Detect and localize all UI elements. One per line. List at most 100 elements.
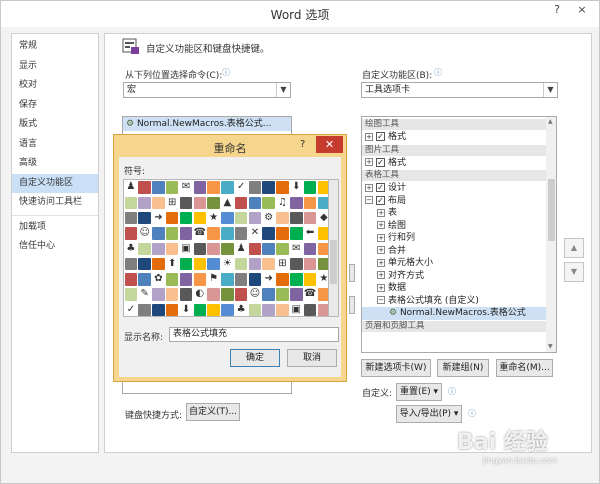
symbol-icon[interactable] xyxy=(207,227,220,240)
symbol-icon[interactable] xyxy=(207,181,220,194)
symbol-icon[interactable] xyxy=(317,288,328,301)
symbol-icon[interactable] xyxy=(262,257,275,271)
tree-item[interactable]: + ✓ 格式 xyxy=(362,157,546,170)
symbol-icon[interactable] xyxy=(262,242,275,256)
cancel-button[interactable]: 取消 xyxy=(287,349,337,367)
symbol-icon[interactable] xyxy=(193,211,207,225)
move-down-button[interactable]: ▼ xyxy=(564,262,584,282)
tree-item[interactable]: ⚙ Normal.NewMacros.表格公式 xyxy=(362,307,546,320)
symbol-icon[interactable]: ◆ xyxy=(318,212,328,225)
symbol-icon[interactable] xyxy=(303,181,317,194)
symbol-icon[interactable] xyxy=(221,273,234,286)
symbol-icon[interactable] xyxy=(290,273,303,286)
symbol-icon[interactable] xyxy=(124,273,138,286)
rename-button[interactable]: 重命名(M)... xyxy=(496,359,553,377)
symbol-icon[interactable] xyxy=(193,303,207,316)
display-name-input[interactable]: 表格公式填充 xyxy=(169,327,339,342)
tree-item[interactable]: + 对齐方式 xyxy=(362,270,546,283)
symbol-icon[interactable] xyxy=(317,257,328,271)
scroll-thumb[interactable] xyxy=(548,179,555,241)
symbol-icon[interactable] xyxy=(124,257,138,271)
symbol-icon[interactable] xyxy=(138,257,151,271)
tree-expander-icon[interactable]: + xyxy=(365,183,373,192)
symbol-icon[interactable]: ✉ xyxy=(290,243,303,256)
tree-item[interactable]: + 绘图 xyxy=(362,220,546,233)
symbol-grid-scrollbar[interactable] xyxy=(329,179,339,317)
symbol-icon[interactable]: ♣ xyxy=(125,243,138,256)
new-tab-button[interactable]: 新建选项卡(W) xyxy=(361,359,431,377)
symbol-icon[interactable] xyxy=(290,227,303,240)
choose-commands-combo[interactable]: 宏 ▼ xyxy=(123,82,291,98)
symbol-icon[interactable] xyxy=(207,288,220,301)
symbol-icon[interactable] xyxy=(179,196,193,210)
sidebar-item-trust-center[interactable]: 信任中心 xyxy=(12,237,98,257)
symbol-icon[interactable] xyxy=(248,303,262,316)
symbol-icon[interactable] xyxy=(193,181,207,194)
symbol-icon[interactable]: ★ xyxy=(318,273,328,286)
add-button[interactable] xyxy=(349,264,355,282)
tree-item[interactable]: − ✓ 布局 xyxy=(362,195,546,208)
symbol-icon[interactable] xyxy=(303,273,317,286)
symbol-icon[interactable] xyxy=(207,196,220,210)
symbol-icon[interactable] xyxy=(290,288,303,301)
symbol-icon[interactable]: ⊞ xyxy=(166,197,179,210)
symbol-icon[interactable] xyxy=(179,273,193,286)
symbol-icon[interactable] xyxy=(152,303,165,316)
symbol-icon[interactable] xyxy=(234,227,248,240)
symbol-icon[interactable] xyxy=(165,181,179,194)
symbol-icon[interactable] xyxy=(193,196,207,210)
symbol-icon[interactable] xyxy=(303,196,317,210)
symbol-icon[interactable] xyxy=(221,227,234,240)
reset-button[interactable]: 重置(E) ▾ xyxy=(396,383,442,401)
tree-expander-icon[interactable]: + xyxy=(377,233,385,242)
symbol-icon[interactable] xyxy=(207,242,220,256)
tree-item[interactable]: + 行和列 xyxy=(362,232,546,245)
sidebar-item-customize-ribbon[interactable]: 自定义功能区 xyxy=(12,173,98,193)
symbol-icon[interactable]: ▣ xyxy=(290,304,303,316)
help-button[interactable]: ? xyxy=(546,3,568,16)
symbol-icon[interactable] xyxy=(234,273,248,286)
symbol-icon[interactable] xyxy=(276,181,289,194)
symbol-icon[interactable] xyxy=(152,181,165,194)
symbol-icon[interactable] xyxy=(193,273,207,286)
symbol-icon[interactable] xyxy=(152,196,165,210)
symbol-icon[interactable] xyxy=(138,181,151,194)
symbol-icon[interactable] xyxy=(248,257,262,271)
symbol-icon[interactable]: ✿ xyxy=(152,273,165,286)
symbol-icon[interactable] xyxy=(179,257,193,271)
sidebar-item-language[interactable]: 语言 xyxy=(12,135,98,155)
keyboard-customize-button[interactable]: 自定义(T)... xyxy=(186,403,240,421)
symbol-icon[interactable]: ♫ xyxy=(276,197,289,210)
symbol-icon[interactable] xyxy=(221,242,234,256)
symbol-icon[interactable]: ⚑ xyxy=(207,273,220,286)
tree-expander-icon[interactable]: + xyxy=(365,158,373,166)
symbol-icon[interactable]: ☀ xyxy=(221,258,234,271)
symbol-icon[interactable] xyxy=(138,196,151,210)
symbol-icon[interactable] xyxy=(276,211,289,225)
symbol-icon[interactable] xyxy=(165,303,179,316)
symbol-icon[interactable] xyxy=(248,196,262,210)
symbol-icon[interactable] xyxy=(138,303,151,316)
close-button[interactable]: × xyxy=(571,3,593,16)
scroll-up-icon[interactable]: ▲ xyxy=(548,118,553,125)
dialog-help-button[interactable]: ? xyxy=(300,139,305,150)
symbol-icon[interactable] xyxy=(165,227,179,240)
symbol-icon[interactable] xyxy=(234,196,248,210)
symbol-icon[interactable]: ♟ xyxy=(125,181,138,194)
symbol-icon[interactable]: ☎ xyxy=(194,227,207,240)
symbol-icon[interactable] xyxy=(165,242,179,256)
tree-item[interactable]: + ✓ 格式 xyxy=(362,131,546,144)
symbol-icon[interactable] xyxy=(165,288,179,301)
symbol-icon[interactable] xyxy=(290,211,303,225)
tree-expander-icon[interactable]: + xyxy=(377,258,385,267)
move-up-button[interactable]: ▲ xyxy=(564,238,584,258)
ribbon-tree[interactable]: 绘图工具 + ✓ 格式 图片工具 + ✓ 格式 表格工具 + ✓ 设计 − ✓ 布局 + 表 + 绘图 + 行和列 + 合并… xyxy=(361,116,557,353)
symbol-icon[interactable] xyxy=(138,211,151,225)
symbol-icon[interactable] xyxy=(152,242,165,256)
symbol-icon[interactable] xyxy=(317,181,328,194)
symbol-icon[interactable] xyxy=(124,196,138,210)
symbol-icon[interactable]: ⬅ xyxy=(304,227,317,240)
symbol-icon[interactable] xyxy=(276,303,289,316)
symbol-icon[interactable]: ✕ xyxy=(249,227,262,240)
symbol-icon[interactable] xyxy=(303,303,317,316)
